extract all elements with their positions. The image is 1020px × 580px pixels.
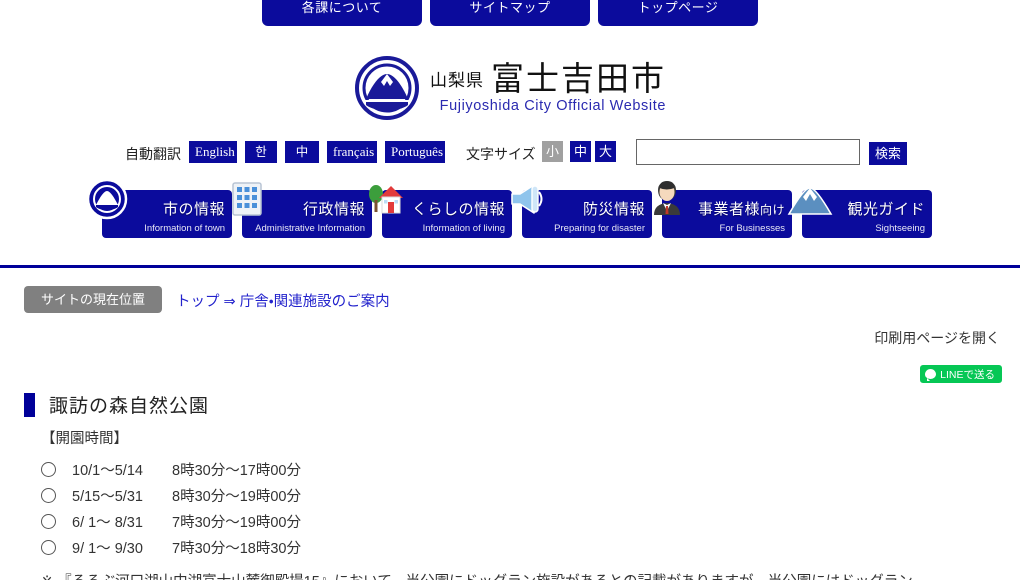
fuji-circle-icon <box>86 178 128 220</box>
tile-label-jp: くらしの情報 <box>411 201 505 218</box>
print-page-link[interactable]: 印刷用ページを開く <box>874 328 1000 348</box>
site-logo[interactable]: 山梨県 富士吉田市 Fujiyoshida City Official Webs… <box>0 55 1020 121</box>
circle-bullet-icon <box>41 487 56 503</box>
logo-english-tagline: Fujiyoshida City Official Website <box>439 98 666 114</box>
building-icon <box>226 178 268 220</box>
page-title: 諏訪の森自然公園 <box>24 391 209 418</box>
logo-city: 富士吉田市 <box>491 59 666 98</box>
line-share-button[interactable]: LINEで送る <box>920 365 1002 383</box>
list-item: 9/ 1〜 9/30 7時30分〜18時30分 <box>41 534 1001 560</box>
tile-label-jp: 観光ガイド <box>847 201 925 218</box>
tile-label-en: For Businesses <box>719 223 785 234</box>
list-item: 5/15〜5/31 8時30分〜19時00分 <box>41 482 1001 508</box>
lang-button-english[interactable]: English <box>189 141 237 163</box>
tile-label-jp-main: 事業者様 <box>697 201 760 218</box>
font-size-small[interactable]: 小 <box>542 141 563 162</box>
opening-hours-heading: 【開園時間】 <box>41 431 128 447</box>
tile-label-jp: 市の情報 <box>162 201 225 218</box>
tile-city-information[interactable]: 市の情報 Information of town <box>86 178 232 238</box>
tile-label-jp: 事業者様向け <box>698 198 785 219</box>
circle-bullet-icon <box>41 461 56 477</box>
tile-label-en: Preparing for disaster <box>554 223 645 234</box>
lang-button-korean[interactable]: 한국 <box>245 141 277 181</box>
hours-time-range: 7時30分〜18時30分 <box>172 540 301 557</box>
hours-date-range: 6/ 1〜 8/31 <box>72 514 143 531</box>
house-tree-icon <box>366 178 408 220</box>
topnav-sitemap[interactable]: サイトマップ <box>430 0 590 26</box>
tile-disaster-information[interactable]: 防災情報 Preparing for disaster <box>511 184 652 238</box>
hours-date-range: 9/ 1〜 9/30 <box>72 540 143 557</box>
businessman-icon <box>646 178 688 220</box>
content-body: 【開園時間】 10/1〜5/14 8時30分〜17時00分 5/15〜5/31 … <box>41 427 1001 580</box>
tile-label-en: Sightseeing <box>875 223 925 234</box>
search-input[interactable] <box>636 139 860 165</box>
tile-label-en: Information of town <box>144 223 225 234</box>
lang-button-french[interactable]: français <box>327 141 377 163</box>
tile-label-jp: 行政情報 <box>302 201 365 218</box>
font-size-medium[interactable]: 中 <box>570 141 591 162</box>
page-title-text: 諏訪の森自然公園 <box>49 396 210 417</box>
page-root: 各課について サイトマップ トップページ 山梨県 富士吉田市 Fujiyoshi… <box>0 0 1020 580</box>
lang-button-chinese[interactable]: 中国 <box>285 141 319 181</box>
breadcrumb[interactable]: トップ ⇒ 庁舎・関連施設のご案内 <box>176 290 390 311</box>
search-button[interactable]: 検索 <box>869 142 907 165</box>
hours-time-range: 8時30分〜17時00分 <box>172 462 301 479</box>
hours-time-range: 8時30分〜19時00分 <box>172 488 301 505</box>
top-navigation: 各課について サイトマップ トップページ <box>0 0 1020 26</box>
tile-sightseeing[interactable]: 観光ガイド Sightseeing <box>787 187 932 238</box>
auto-translate-label: 自動翻訳 <box>125 146 181 162</box>
circle-bullet-icon <box>41 539 56 555</box>
font-size-label: 文字サイズ <box>466 146 536 162</box>
category-tiles: 市の情報 Information of town 行政情報 Administra… <box>86 178 942 238</box>
tile-label-jp-suffix: 向け <box>759 203 785 217</box>
lang-button-portuguese[interactable]: Português <box>385 141 445 163</box>
list-item: 6/ 1〜 8/31 7時30分〜19時00分 <box>41 508 1001 534</box>
dog-run-note: ※ 『るるぶ河口湖山中湖富士山麓御殿場15』において、当公園にドッグラン施設があ… <box>41 570 1001 580</box>
hours-date-range: 10/1〜5/14 <box>72 462 143 479</box>
header-divider <box>0 265 1020 268</box>
hours-date-range: 5/15〜5/31 <box>72 488 143 505</box>
utility-bar: 自動翻訳 English 한국 中国 français Português 文字… <box>0 140 1020 181</box>
fuji-circle-logo-icon <box>354 55 420 121</box>
hours-time-range: 7時30分〜19時00分 <box>172 514 301 531</box>
breadcrumb-pill: サイトの現在位置 <box>24 286 162 313</box>
circle-bullet-icon <box>41 513 56 529</box>
mount-fuji-icon <box>786 182 833 224</box>
tile-administrative-information[interactable]: 行政情報 Administrative Information <box>232 182 372 238</box>
tile-label-en: Administrative Information <box>255 223 365 234</box>
tile-for-businesses[interactable]: 事業者様向け For Businesses <box>654 181 792 238</box>
line-share-label: LINEで送る <box>940 368 995 381</box>
topnav-toppage[interactable]: トップページ <box>598 0 758 26</box>
tile-label-en: Information of living <box>422 223 505 234</box>
list-item: 10/1〜5/14 8時30分〜17時00分 <box>41 456 1001 482</box>
title-accent-bar <box>24 392 35 417</box>
topnav-departments[interactable]: 各課について <box>262 0 422 26</box>
megaphone-icon <box>506 178 548 220</box>
line-chat-icon <box>925 369 937 381</box>
font-size-large[interactable]: 大 <box>595 141 616 162</box>
tile-living-information[interactable]: くらしの情報 Information of living <box>369 185 512 238</box>
tile-label-jp: 防災情報 <box>582 201 645 218</box>
logo-prefecture: 山梨県 <box>430 71 484 91</box>
